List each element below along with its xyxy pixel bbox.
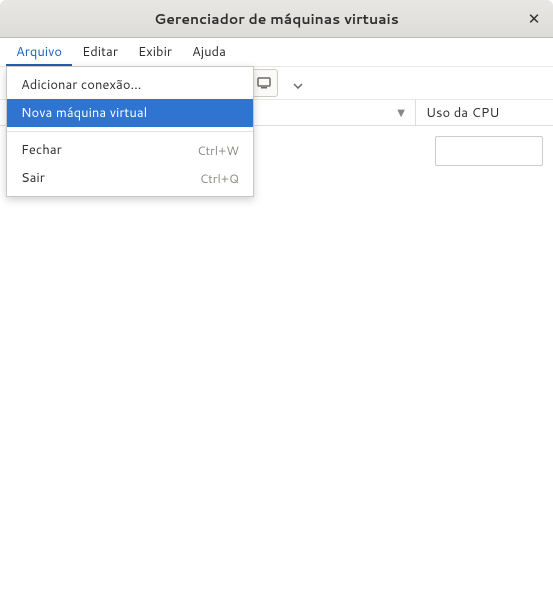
chevron-down-icon	[293, 72, 303, 95]
menu-file[interactable]: Arquivo	[6, 38, 72, 66]
column-cpu-label: Uso da CPU	[426, 104, 499, 122]
monitor-icon	[257, 72, 271, 95]
column-header-name[interactable]: ▼	[275, 100, 415, 125]
menu-item-add-connection-label: Adicionar conexão...	[21, 76, 141, 94]
close-window-button[interactable]: ✕	[523, 8, 545, 30]
menu-item-close-label: Fechar	[21, 141, 62, 159]
toolbar-open-button[interactable]	[250, 69, 278, 97]
menu-file-label: Arquivo	[16, 43, 62, 61]
menu-item-new-vm-label: Nova máquina virtual	[21, 104, 147, 122]
menu-item-close[interactable]: Fechar Ctrl+W	[7, 136, 253, 164]
menu-view-label: Exibir	[138, 43, 172, 61]
window-title: Gerenciador de máquinas virtuais	[154, 9, 399, 29]
menu-item-add-connection[interactable]: Adicionar conexão...	[7, 71, 253, 99]
menu-item-close-shortcut: Ctrl+W	[197, 142, 239, 159]
menu-help[interactable]: Ajuda	[182, 38, 236, 66]
column-header-cpu[interactable]: Uso da CPU	[415, 100, 553, 125]
toolbar-dropdown-button[interactable]	[284, 69, 312, 97]
file-menu-dropdown: Adicionar conexão... Nova máquina virtua…	[6, 66, 254, 197]
sort-indicator: ▼	[397, 106, 405, 120]
menu-edit[interactable]: Editar	[72, 38, 128, 66]
close-icon: ✕	[528, 8, 541, 29]
menu-separator	[7, 131, 253, 132]
vm-cpu-graph	[435, 136, 543, 166]
menubar: Arquivo Editar Exibir Ajuda	[0, 38, 553, 66]
menu-item-quit-shortcut: Ctrl+Q	[200, 170, 239, 187]
menu-item-quit[interactable]: Sair Ctrl+Q	[7, 164, 253, 192]
titlebar: Gerenciador de máquinas virtuais ✕	[0, 0, 553, 38]
menu-view[interactable]: Exibir	[128, 38, 182, 66]
menu-item-quit-label: Sair	[21, 169, 45, 187]
menu-item-new-vm[interactable]: Nova máquina virtual	[7, 99, 253, 127]
menu-help-label: Ajuda	[192, 43, 226, 61]
menu-edit-label: Editar	[82, 43, 118, 61]
